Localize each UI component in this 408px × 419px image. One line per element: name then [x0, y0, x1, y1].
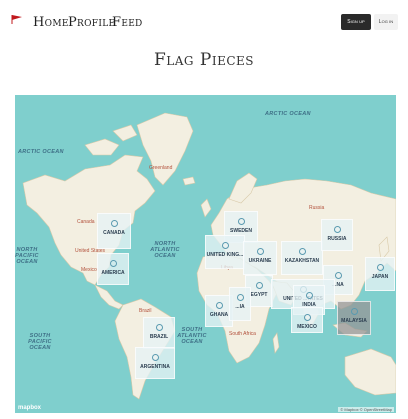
- login-button[interactable]: Log in: [374, 14, 398, 30]
- globe-icon: [376, 264, 384, 271]
- pin-label: SWEDEN: [230, 228, 252, 234]
- pin-label: KAZAKHSTAN: [284, 258, 320, 264]
- globe-icon: [298, 248, 306, 255]
- pin-united-kingdom[interactable]: UNITED KING...: [205, 235, 245, 269]
- globe-icon: [236, 294, 244, 301]
- nav-feed-link[interactable]: Feed: [112, 15, 143, 30]
- pin-label: UKRAINE: [248, 258, 272, 264]
- pin-label: JAPAN: [371, 274, 389, 280]
- pin-japan[interactable]: JAPAN: [365, 257, 395, 291]
- country-label-south-africa: South Africa: [229, 331, 256, 337]
- globe-icon: [333, 226, 341, 233]
- globe-icon: [155, 324, 163, 331]
- mapbox-logo[interactable]: mapbox: [18, 405, 41, 411]
- pin-label: GHANA: [209, 312, 229, 318]
- pin-label: ARGENTINA: [140, 364, 170, 370]
- signup-button[interactable]: Sign up: [341, 14, 371, 30]
- pin-america[interactable]: AMERICA: [97, 253, 129, 285]
- pin-mexico[interactable]: MEXICO: [291, 307, 323, 333]
- globe-icon: [255, 282, 263, 289]
- country-label-brazil: Brazil: [139, 308, 152, 314]
- map-attribution[interactable]: © Mapbox © OpenStreetMap: [338, 407, 394, 412]
- globe-icon: [256, 248, 264, 255]
- nav-profile-link[interactable]: Profile: [68, 15, 115, 30]
- pin-canada[interactable]: CANADA: [97, 213, 131, 249]
- pin-label: UNITED KING...: [206, 252, 244, 258]
- globe-icon: [237, 218, 245, 225]
- pin-brazil[interactable]: BRAZIL: [143, 317, 175, 349]
- top-nav: Home Profile Feed Sign up Log in: [0, 0, 408, 44]
- pin-label: MALAYSIA: [341, 318, 367, 324]
- pin-ukraine[interactable]: UKRAINE: [243, 241, 277, 275]
- pin-label: CANADA: [103, 230, 125, 236]
- globe-icon: [303, 314, 311, 321]
- pin-argentina[interactable]: ARGENTINA: [135, 347, 175, 379]
- page-title: Flag Pieces: [153, 50, 255, 70]
- globe-icon: [110, 220, 118, 227]
- ocean-label-arctic-nw: ARCTIC OCEAN: [18, 149, 64, 155]
- globe-icon: [215, 302, 223, 309]
- globe-icon: [221, 242, 229, 249]
- ocean-label-north-pacific: NORTH PACIFIC OCEAN: [15, 247, 39, 265]
- globe-icon: [350, 308, 358, 315]
- globe-icon: [334, 272, 342, 279]
- pin-malaysia[interactable]: MALAYSIA: [337, 301, 371, 335]
- country-label-mexico: Mexico: [81, 267, 97, 273]
- pin-russia[interactable]: RUSSIA: [321, 219, 353, 251]
- pin-label: RUSSIA: [327, 236, 347, 242]
- globe-icon: [109, 260, 117, 267]
- globe-icon: [305, 292, 313, 299]
- ocean-label-south-atlantic: SOUTH ATLANTIC OCEAN: [177, 327, 207, 345]
- pin-label: EGYPT: [250, 292, 268, 298]
- flag-logo-icon[interactable]: [11, 14, 23, 24]
- pin-ia[interactable]: ...IA: [229, 287, 251, 321]
- country-label-greenland: Greenland: [149, 165, 173, 171]
- pin-label: BRAZIL: [149, 334, 169, 340]
- ocean-label-north-atlantic: NORTH ATLANTIC OCEAN: [150, 241, 180, 259]
- globe-icon: [151, 354, 159, 361]
- country-label-russia: Russia: [309, 205, 325, 211]
- pin-label: AMERICA: [101, 270, 125, 276]
- pin-label: ...IA: [235, 304, 245, 310]
- ocean-label-south-pacific: SOUTH PACIFIC OCEAN: [28, 333, 52, 351]
- pin-label: MEXICO: [297, 324, 317, 330]
- nav-home-link[interactable]: Home: [33, 15, 69, 30]
- world-map[interactable]: ARCTIC OCEAN ARCTIC OCEAN NORTH PACIFIC …: [15, 95, 396, 413]
- country-label-canada: Canada: [77, 219, 95, 225]
- ocean-label-arctic-ne: ARCTIC OCEAN: [265, 111, 311, 117]
- pin-kazakhstan[interactable]: KAZAKHSTAN: [281, 241, 323, 275]
